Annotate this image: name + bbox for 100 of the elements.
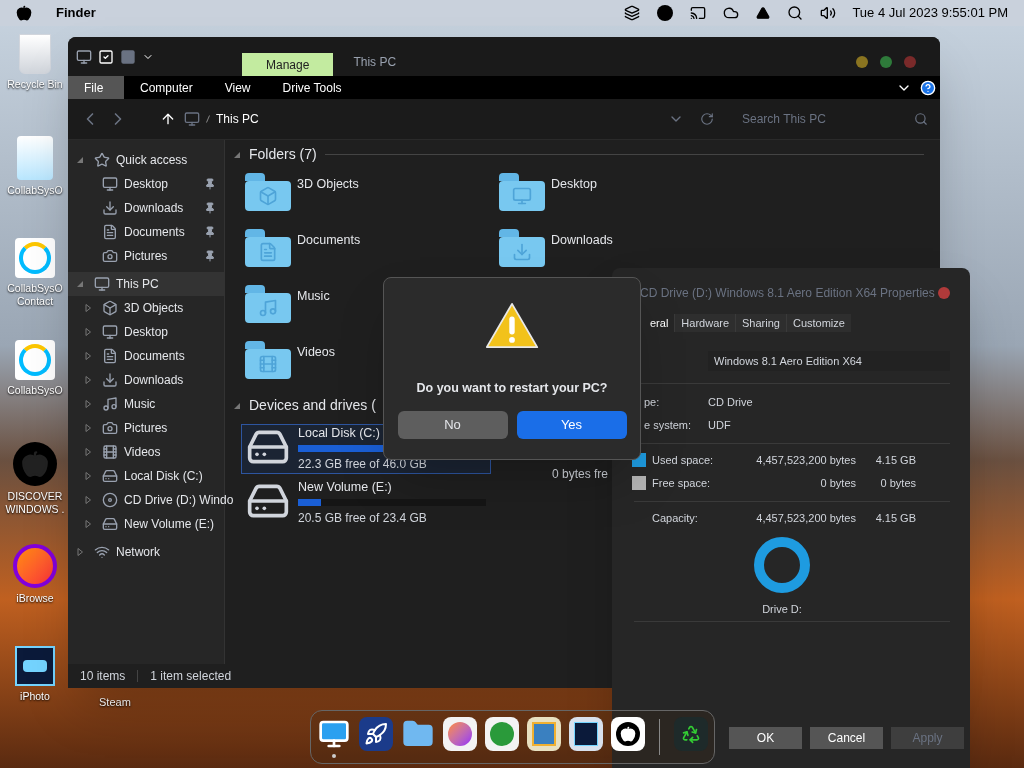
search-icon[interactable] [787, 5, 804, 21]
folder-item[interactable]: 3D Objects [245, 169, 359, 221]
context-tab[interactable]: Manage [242, 53, 334, 76]
desktop-icon-label[interactable]: CollabSysO [4, 384, 66, 397]
collapse-arrow-icon[interactable] [233, 401, 241, 410]
sidebar-item[interactable]: Downloads [68, 368, 224, 392]
name-field[interactable]: Windows 8.1 Aero Edition X64 [708, 351, 950, 371]
folder-item[interactable]: Documents [245, 225, 361, 277]
pin-icon[interactable] [204, 226, 216, 238]
folder-icon [245, 229, 291, 267]
sidebar-item[interactable]: This PC [68, 272, 224, 296]
pin-icon[interactable] [204, 250, 216, 262]
properties-tab[interactable]: eral [644, 314, 675, 332]
refresh-icon[interactable] [700, 112, 714, 126]
sidebar-item[interactable]: Pictures [68, 416, 224, 440]
close-button[interactable] [938, 287, 950, 299]
ribbon-tab[interactable]: File [68, 76, 124, 99]
expand-arrow-icon[interactable] [84, 472, 92, 480]
sidebar-item[interactable]: Documents [68, 344, 224, 368]
drive-name: Local Disk (C:) [298, 425, 380, 441]
monitor-icon [94, 276, 110, 292]
expand-arrow-icon[interactable] [84, 304, 92, 312]
expand-arrow-icon[interactable] [84, 400, 92, 408]
checklist-icon[interactable] [98, 48, 114, 65]
ribbon-tab[interactable]: View [208, 76, 267, 99]
ribbon-tab[interactable]: Drive Tools [266, 76, 358, 99]
properties-tab[interactable]: Hardware [674, 314, 736, 332]
sidebar-item[interactable]: Music [68, 392, 224, 416]
folder-item[interactable]: Videos [245, 337, 335, 389]
dialog-button[interactable]: Cancel [810, 727, 883, 749]
properties-tab[interactable]: Sharing [735, 314, 786, 332]
hard-drive-icon [102, 516, 118, 532]
star-icon [94, 152, 110, 168]
expand-arrow-icon[interactable] [76, 548, 84, 556]
expand-arrow-icon[interactable] [84, 520, 92, 528]
ribbon-tab[interactable]: Computer [124, 76, 209, 99]
expand-arrow-icon[interactable] [84, 352, 92, 360]
sidebar-item[interactable]: Quick access [68, 148, 224, 172]
alert-message: Do you want to restart your PC? [416, 380, 608, 397]
sidebar-item[interactable]: Videos [68, 440, 224, 464]
sidebar-item[interactable]: Downloads [68, 196, 224, 220]
expand-arrow-icon[interactable] [84, 376, 92, 384]
desktop-icon-label[interactable]: iPhoto [4, 690, 66, 703]
alert-button[interactable]: Yes [516, 410, 627, 439]
app-menu[interactable]: Finder [56, 3, 96, 23]
sidebar-item[interactable]: New Volume (E:) [68, 512, 224, 536]
drive-name: New Volume (E:) [298, 479, 392, 495]
folder-item[interactable]: Downloads [499, 225, 613, 277]
size-value: 4.15 GB [874, 511, 916, 526]
expand-arrow-icon[interactable] [84, 328, 92, 336]
folder-item[interactable]: Desktop [499, 169, 597, 221]
expand-arrow-icon[interactable] [84, 448, 92, 456]
monitor-icon [184, 111, 200, 127]
sidebar-item[interactable]: CD Drive (D:) Windo [68, 488, 242, 512]
blank-page-icon[interactable] [120, 48, 136, 65]
cube-icon [102, 300, 118, 316]
browser-document-icon [15, 340, 55, 380]
properties-tab[interactable]: Customize [785, 314, 851, 332]
sidebar-item[interactable]: Network [68, 540, 224, 564]
menu-bar-clock[interactable]: Tue 4 Jul 2023 9:55:01 PM [852, 3, 1008, 23]
sidebar-item[interactable]: Desktop [68, 320, 224, 344]
pin-icon[interactable] [204, 178, 216, 190]
help-icon[interactable] [920, 79, 936, 96]
sidebar-item[interactable]: Documents [68, 220, 224, 244]
monitor-icon[interactable] [76, 48, 92, 65]
folder-icon [245, 341, 291, 379]
eject-icon[interactable] [756, 6, 771, 20]
collapse-arrow-icon[interactable] [233, 150, 241, 159]
sidebar-item[interactable]: Local Disk (C:) [68, 464, 224, 488]
expand-arrow-icon[interactable] [84, 496, 92, 504]
apple-menu-icon[interactable] [16, 5, 32, 21]
expand-arrow-icon[interactable] [84, 424, 92, 432]
address-path[interactable]: This PC [216, 110, 259, 128]
document-icon [102, 348, 118, 364]
cloud-icon[interactable] [723, 5, 740, 21]
zoom-button[interactable] [880, 56, 892, 68]
stacked-windows-icon[interactable] [624, 5, 641, 21]
folder-item[interactable]: Music [245, 281, 330, 333]
drive-item[interactable]: New Volume (E:) 20.5 GB free of 23.4 GB [241, 478, 491, 528]
path-separator-icon [206, 115, 210, 123]
free-space-text: 20.5 GB free of 23.4 GB [298, 510, 427, 526]
minimize-button[interactable] [856, 56, 868, 68]
section-heading[interactable]: Folders (7) [249, 144, 317, 165]
sidebar-item[interactable]: Desktop [68, 172, 224, 196]
pin-icon[interactable] [204, 202, 216, 214]
alert-button[interactable]: No [397, 410, 508, 439]
section-heading[interactable]: Devices and drives ( [249, 395, 376, 416]
folder-icon [245, 285, 291, 323]
desktop-icon-label[interactable]: iBrowse [4, 592, 66, 605]
desktop-icon-label[interactable]: DISCOVER WINDOWS . [4, 490, 66, 516]
drive-caption: Drive D: [762, 601, 802, 617]
property-label: Used space: [652, 453, 715, 468]
collapse-arrow-icon[interactable] [76, 156, 84, 164]
up-arrow-icon[interactable] [160, 111, 176, 127]
sidebar-item[interactable]: 3D Objects [68, 296, 224, 320]
sidebar-item[interactable]: Pictures [68, 244, 224, 268]
window-title: This PC [353, 54, 397, 71]
dialog-button[interactable]: OK [729, 727, 802, 749]
collapse-arrow-icon[interactable] [76, 280, 84, 288]
desktop-icon-label[interactable]: Steam [99, 694, 131, 711]
